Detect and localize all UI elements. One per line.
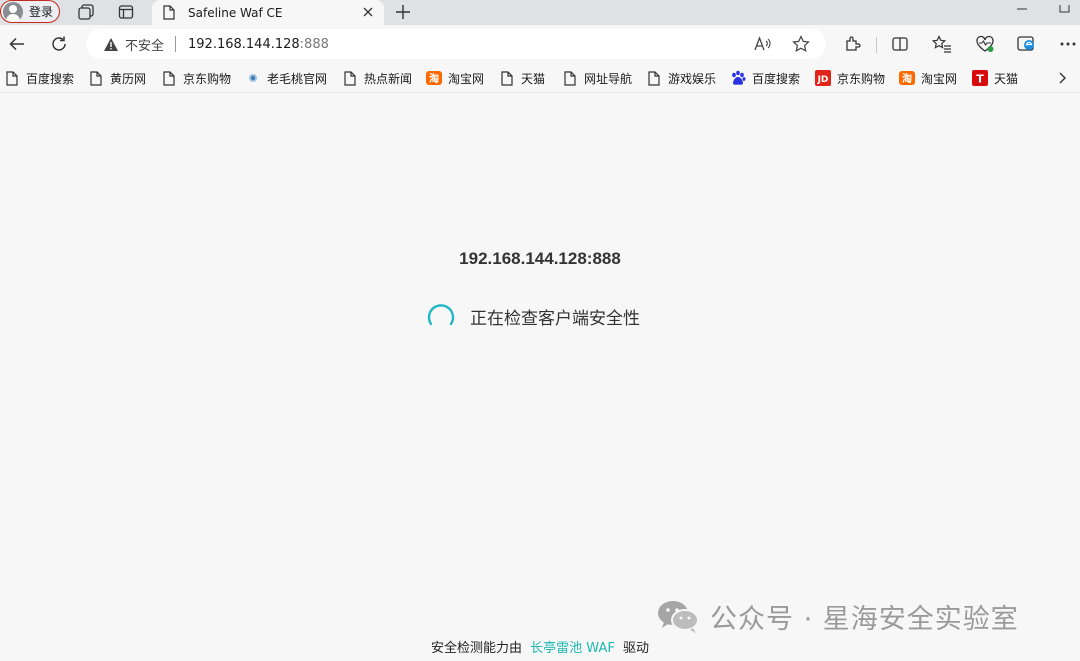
watermark-text: 公众号 · 星海安全实验室 bbox=[710, 603, 1019, 635]
bookmark-label: 黄历网 bbox=[110, 71, 147, 86]
navigation-bar: 不安全 192.168.144.128:888 bbox=[0, 25, 1080, 63]
loading-spinner-icon bbox=[427, 304, 455, 326]
tmall-icon: T bbox=[972, 70, 988, 86]
url-port[interactable]: :888 bbox=[300, 37, 329, 52]
favorites-icon[interactable] bbox=[932, 34, 952, 54]
svg-text:淘: 淘 bbox=[902, 72, 912, 85]
page-icon bbox=[562, 70, 578, 86]
bookmarks-bar: 百度搜索 黄历网 京东购物 老毛桃官网 热点新闻 淘 淘宝网 天猫 网址导航 游… bbox=[0, 63, 1080, 93]
back-icon[interactable] bbox=[7, 34, 27, 54]
minimize-icon[interactable] bbox=[1012, 0, 1032, 10]
status-text: 正在检查客户端安全性 bbox=[470, 308, 640, 329]
address-bar[interactable]: 不安全 192.168.144.128:888 bbox=[86, 29, 826, 59]
tab-title: Safeline Waf CE bbox=[188, 5, 283, 20]
bookmark-label: 游戏娱乐 bbox=[668, 71, 717, 86]
url-host[interactable]: 192.168.144.128 bbox=[188, 37, 300, 52]
footer-prefix: 安全检测能力由 bbox=[431, 641, 523, 656]
bookmark-item[interactable]: 京东购物 bbox=[161, 68, 231, 88]
profile-label: 登录 bbox=[29, 5, 54, 19]
read-aloud-icon[interactable] bbox=[754, 35, 772, 53]
close-tab-icon[interactable] bbox=[360, 4, 376, 20]
security-check-status: 正在检查客户端安全性 bbox=[0, 301, 1080, 331]
warning-icon[interactable] bbox=[102, 35, 120, 53]
new-tab-button[interactable] bbox=[392, 1, 414, 23]
svg-text:淘: 淘 bbox=[429, 72, 439, 85]
bookmark-label: 京东购物 bbox=[837, 71, 886, 86]
bookmark-item[interactable]: 淘 淘宝网 bbox=[899, 68, 957, 88]
page-icon bbox=[162, 5, 176, 21]
split-screen-icon[interactable] bbox=[890, 34, 910, 54]
bookmark-label: 热点新闻 bbox=[364, 71, 413, 86]
page-icon bbox=[161, 70, 177, 86]
bookmark-item[interactable]: 黄历网 bbox=[88, 68, 146, 88]
svg-text:JD: JD bbox=[817, 75, 829, 85]
tab-strip: 登录 Safeline Waf CE bbox=[0, 0, 1080, 25]
bookmark-label: 百度搜索 bbox=[26, 71, 75, 86]
footer: 安全检测能力由 长亭雷池 WAF 驱动 bbox=[0, 637, 1080, 656]
bookmark-label: 京东购物 bbox=[183, 71, 232, 86]
address-divider bbox=[175, 36, 177, 52]
page-icon bbox=[499, 70, 515, 86]
footer-suffix: 驱动 bbox=[622, 641, 649, 656]
more-menu-icon[interactable] bbox=[1058, 34, 1078, 54]
baidu-paw-icon bbox=[730, 70, 746, 86]
bookmark-item[interactable]: 游戏娱乐 bbox=[646, 68, 716, 88]
tab-actions-icon[interactable] bbox=[116, 2, 136, 22]
edge-copilot-icon[interactable] bbox=[1017, 34, 1037, 54]
bookmark-label: 淘宝网 bbox=[448, 71, 485, 86]
bookmark-item[interactable]: JD 京东购物 bbox=[815, 68, 885, 88]
bookmark-item[interactable]: 热点新闻 bbox=[342, 68, 412, 88]
footer-brand-link[interactable]: 长亭雷池 WAF bbox=[530, 641, 615, 656]
bookmark-item[interactable]: 天猫 bbox=[499, 68, 545, 88]
maximize-icon[interactable] bbox=[1056, 0, 1076, 13]
taobao-icon: 淘 bbox=[899, 70, 915, 86]
favorite-star-icon[interactable] bbox=[792, 35, 810, 53]
taobao-icon: 淘 bbox=[426, 70, 442, 86]
browser-essentials-icon[interactable] bbox=[975, 34, 995, 54]
profile-button[interactable]: 登录 bbox=[0, 0, 60, 23]
bookmark-item[interactable]: T 天猫 bbox=[972, 68, 1018, 88]
security-status-label[interactable]: 不安全 bbox=[125, 35, 164, 54]
bookmark-label: 天猫 bbox=[521, 71, 546, 86]
page-host-title: 192.168.144.128:888 bbox=[459, 249, 621, 268]
avatar-icon bbox=[3, 1, 23, 22]
bookmark-label: 天猫 bbox=[994, 71, 1019, 86]
svg-text:T: T bbox=[976, 73, 984, 86]
bookmark-item[interactable]: 百度搜索 bbox=[730, 68, 800, 88]
page-icon bbox=[646, 70, 662, 86]
chevron-right-icon[interactable] bbox=[1054, 68, 1070, 88]
bookmark-label: 网址导航 bbox=[584, 71, 633, 86]
workspaces-icon[interactable] bbox=[76, 2, 96, 22]
bookmark-item[interactable]: 老毛桃官网 bbox=[245, 68, 327, 88]
toolbar-divider bbox=[876, 37, 877, 53]
page-icon bbox=[342, 70, 358, 86]
bookmark-item[interactable]: 淘 淘宝网 bbox=[426, 68, 484, 88]
refresh-icon[interactable] bbox=[49, 34, 69, 54]
bookmark-item[interactable]: 百度搜索 bbox=[4, 68, 74, 88]
globe-dot-icon bbox=[245, 70, 261, 86]
tab-active[interactable]: Safeline Waf CE bbox=[152, 0, 384, 25]
bookmark-label: 淘宝网 bbox=[921, 71, 958, 86]
wechat-icon bbox=[658, 601, 699, 633]
extensions-icon[interactable] bbox=[843, 34, 863, 54]
page-icon bbox=[4, 70, 20, 86]
watermark: 公众号 · 星海安全实验室 bbox=[656, 594, 1019, 638]
bookmark-label: 百度搜索 bbox=[752, 71, 801, 86]
page-icon bbox=[88, 70, 104, 86]
jd-icon: JD bbox=[815, 70, 831, 86]
bookmark-label: 老毛桃官网 bbox=[267, 71, 328, 86]
bookmark-item[interactable]: 网址导航 bbox=[562, 68, 632, 88]
page-content: 192.168.144.128:888 正在检查客户端安全性 公众号 · 星海安… bbox=[0, 94, 1080, 661]
